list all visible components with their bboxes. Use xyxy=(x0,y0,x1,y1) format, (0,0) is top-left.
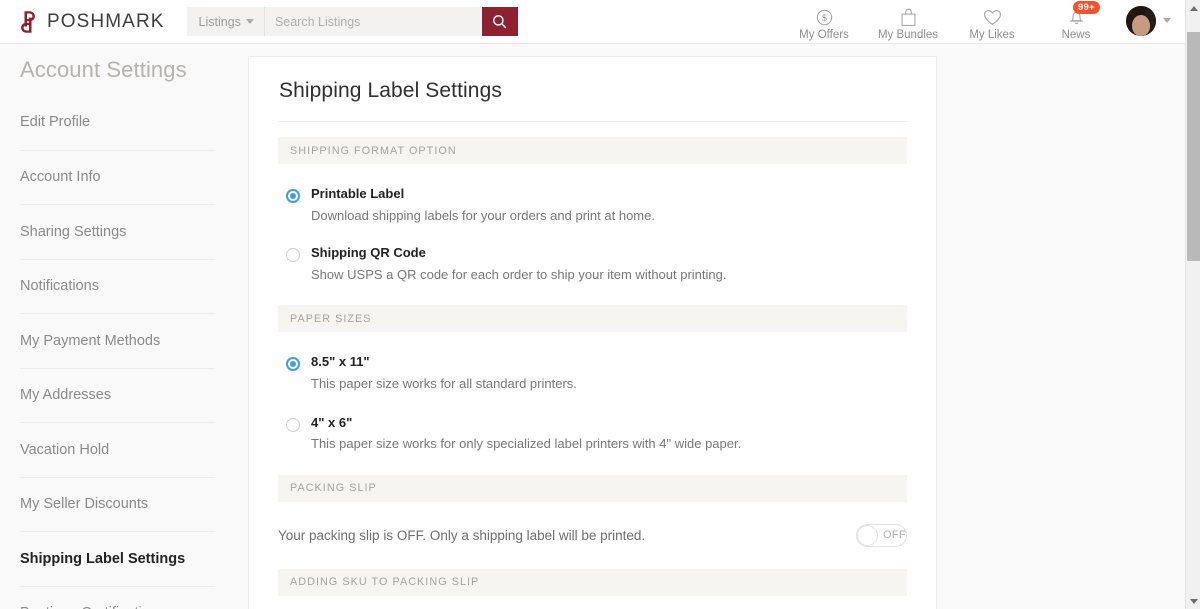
scroll-up-button[interactable] xyxy=(1186,0,1200,16)
page-root: POSHMARK Listings $ xyxy=(0,0,1200,609)
option-shipping-qr-code[interactable]: Shipping QR Code Show USPS a QR code for… xyxy=(249,245,936,282)
shopping-bag-icon xyxy=(900,8,917,27)
sidebar-item-sharing-settings[interactable]: Sharing Settings xyxy=(20,204,215,259)
packing-slip-toggle[interactable]: OFF xyxy=(856,524,907,547)
option-description: Download shipping labels for your orders… xyxy=(311,208,655,224)
sidebar-item-label: Notifications xyxy=(20,278,99,294)
search-submit-button[interactable] xyxy=(482,7,518,36)
scroll-down-button[interactable] xyxy=(1186,593,1200,609)
nav-label: My Likes xyxy=(969,29,1014,41)
sidebar-item-label: My Seller Discounts xyxy=(20,496,148,512)
toggle-state-label: OFF xyxy=(883,529,906,541)
sidebar-item-edit-profile[interactable]: Edit Profile xyxy=(20,95,215,150)
sidebar-item-my-addresses[interactable]: My Addresses xyxy=(20,368,215,423)
sidebar-item-notifications[interactable]: Notifications xyxy=(20,259,215,314)
user-avatar xyxy=(1126,6,1156,36)
section-header-paper-sizes: PAPER SIZES xyxy=(278,305,907,332)
nav-label: My Offers xyxy=(799,29,849,41)
sidebar-menu: Edit Profile Account Info Sharing Settin… xyxy=(0,95,236,609)
search-icon xyxy=(492,14,507,29)
option-description: Show USPS a QR code for each order to sh… xyxy=(311,267,726,283)
section-header-label: SHIPPING FORMAT OPTION xyxy=(290,145,457,157)
sidebar-item-shipping-label-settings[interactable]: Shipping Label Settings xyxy=(20,531,215,586)
radio-paper-85x11[interactable] xyxy=(286,357,300,371)
nav-my-likes[interactable]: My Likes xyxy=(950,0,1034,44)
search-scope-dropdown[interactable]: Listings xyxy=(187,7,265,36)
sidebar-item-my-seller-discounts[interactable]: My Seller Discounts xyxy=(20,477,215,532)
heart-icon xyxy=(983,8,1002,27)
option-title: Printable Label xyxy=(311,186,655,202)
page-scrollbar[interactable] xyxy=(1185,0,1200,609)
top-navigation-bar: POSHMARK Listings $ xyxy=(0,0,1185,44)
sidebar-item-label: Vacation Hold xyxy=(20,442,109,458)
account-settings-sidebar: Account Settings Edit Profile Account In… xyxy=(0,45,236,609)
packing-slip-row: Your packing slip is OFF. Only a shippin… xyxy=(249,524,936,547)
nav-my-bundles[interactable]: My Bundles xyxy=(866,0,950,44)
chevron-down-icon xyxy=(1163,18,1171,23)
poshmark-logo-link[interactable]: POSHMARK xyxy=(18,10,165,34)
sidebar-item-label: My Addresses xyxy=(20,387,111,403)
search-bar: Listings xyxy=(187,7,518,36)
option-description: This paper size works for only specializ… xyxy=(311,436,741,452)
nav-label: News xyxy=(1062,29,1091,41)
section-header-adding-sku: ADDING SKU TO PACKING SLIP xyxy=(278,569,907,596)
section-header-label: ADDING SKU TO PACKING SLIP xyxy=(290,576,479,588)
title-divider xyxy=(278,121,907,122)
radio-shipping-qr-code[interactable] xyxy=(286,248,300,262)
nav-my-offers[interactable]: $ My Offers xyxy=(782,0,866,44)
radio-printable-label[interactable] xyxy=(286,189,300,203)
search-input[interactable] xyxy=(265,7,482,36)
sidebar-item-label: Boutique Certification xyxy=(20,605,158,609)
poshmark-p-logo-icon xyxy=(18,10,38,34)
top-nav-actions: $ My Offers My Bundles xyxy=(782,0,1185,44)
section-header-packing-slip: PACKING SLIP xyxy=(278,475,907,502)
dollar-circle-icon: $ xyxy=(816,8,833,27)
chevron-down-icon xyxy=(246,19,254,24)
radio-paper-4x6[interactable] xyxy=(286,418,300,432)
section-header-label: PACKING SLIP xyxy=(290,482,377,494)
option-title: 8.5" x 11" xyxy=(311,354,577,370)
scroll-up-arrow-icon xyxy=(1190,6,1198,11)
option-title: Shipping QR Code xyxy=(311,245,726,261)
packing-slip-status-text: Your packing slip is OFF. Only a shippin… xyxy=(278,528,645,543)
sidebar-item-vacation-hold[interactable]: Vacation Hold xyxy=(20,422,215,477)
sidebar-title: Account Settings xyxy=(0,45,236,83)
sidebar-item-boutique-certification[interactable]: Boutique Certification xyxy=(20,586,215,609)
option-printable-label[interactable]: Printable Label Download shipping labels… xyxy=(249,186,936,223)
search-scope-label: Listings xyxy=(199,15,241,29)
nav-news[interactable]: 99+ News xyxy=(1034,0,1118,44)
toggle-knob xyxy=(857,525,878,546)
settings-content-card: Shipping Label Settings SHIPPING FORMAT … xyxy=(248,56,937,609)
brand-name: POSHMARK xyxy=(47,11,165,33)
option-description: This paper size works for all standard p… xyxy=(311,376,577,392)
sidebar-item-label: Edit Profile xyxy=(20,114,90,130)
section-header-label: PAPER SIZES xyxy=(290,313,372,325)
scrollbar-thumb[interactable] xyxy=(1187,32,1200,261)
sidebar-item-label: Account Info xyxy=(20,169,101,185)
sidebar-item-label: My Payment Methods xyxy=(20,333,160,349)
scroll-down-arrow-icon xyxy=(1190,599,1198,604)
sidebar-item-label: Shipping Label Settings xyxy=(20,551,185,567)
option-paper-85x11[interactable]: 8.5" x 11" This paper size works for all… xyxy=(249,354,936,391)
page-title: Shipping Label Settings xyxy=(249,57,936,103)
option-title: 4" x 6" xyxy=(311,415,741,431)
svg-text:$: $ xyxy=(822,12,827,23)
nav-label: My Bundles xyxy=(878,29,938,41)
sidebar-item-label: Sharing Settings xyxy=(20,224,126,240)
sidebar-item-account-info[interactable]: Account Info xyxy=(20,150,215,205)
sidebar-item-my-payment-methods[interactable]: My Payment Methods xyxy=(20,313,215,368)
section-header-shipping-format: SHIPPING FORMAT OPTION xyxy=(278,137,907,164)
user-menu[interactable] xyxy=(1126,6,1171,36)
option-paper-4x6[interactable]: 4" x 6" This paper size works for only s… xyxy=(249,415,936,452)
news-unread-badge: 99+ xyxy=(1073,1,1100,15)
